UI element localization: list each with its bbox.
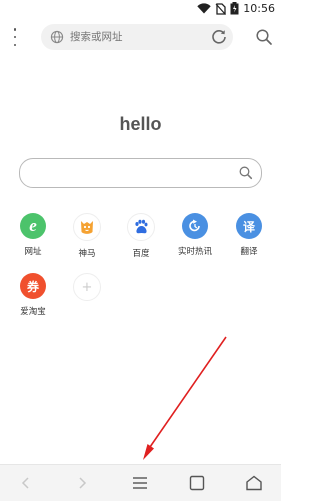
- no-sim-icon: [215, 2, 227, 15]
- address-input[interactable]: [68, 30, 192, 44]
- globe-icon: [50, 30, 64, 44]
- status-icons: 10:56: [197, 2, 275, 15]
- search-icon[interactable]: [238, 165, 253, 180]
- shortcut-web[interactable]: e 网址: [13, 213, 53, 257]
- browser-toolbar: [0, 20, 281, 54]
- shortcut-label: 实时热讯: [177, 247, 212, 257]
- menu-icon[interactable]: [130, 473, 150, 493]
- address-bar[interactable]: [41, 24, 233, 50]
- web-icon: e: [20, 213, 46, 239]
- translate-icon: 译: [236, 213, 262, 239]
- shortcut-label: 网址: [24, 247, 42, 257]
- shortcut-label: 百度: [132, 249, 150, 259]
- shortcut-add[interactable]: +: [67, 273, 107, 301]
- greeting-title: hello: [119, 114, 162, 134]
- shortcut-baidu[interactable]: 百度: [121, 213, 161, 259]
- shortcut-label: 神马: [78, 249, 96, 259]
- tabs-icon[interactable]: [187, 473, 207, 493]
- main-search-box[interactable]: [19, 158, 262, 188]
- aitaobao-icon: 券: [20, 273, 46, 299]
- baidu-paw-icon: [127, 213, 155, 241]
- status-bar: 10:56: [0, 0, 281, 18]
- reload-icon[interactable]: [209, 27, 229, 47]
- more-vertical-icon[interactable]: [8, 28, 22, 46]
- shortcut-label: 翻译: [240, 247, 258, 257]
- back-icon[interactable]: [16, 473, 36, 493]
- search-icon[interactable]: [254, 27, 274, 47]
- home-icon[interactable]: [244, 473, 264, 493]
- shortcut-shenma[interactable]: 神马: [67, 213, 107, 259]
- shenma-icon: [73, 213, 101, 241]
- wifi-icon: [197, 3, 211, 14]
- shortcut-hot-news[interactable]: 实时热讯: [175, 213, 215, 257]
- add-shortcut-icon: +: [73, 273, 101, 301]
- shortcut-aitaobao[interactable]: 券 爱淘宝: [13, 273, 53, 317]
- shortcut-translate[interactable]: 译 翻译: [229, 213, 269, 257]
- bottom-nav: [0, 464, 281, 501]
- hot-news-icon: [182, 213, 208, 239]
- forward-icon[interactable]: [72, 473, 92, 493]
- battery-icon: [230, 2, 239, 15]
- status-time: 10:56: [243, 2, 275, 15]
- shortcut-label: 爱淘宝: [20, 307, 46, 317]
